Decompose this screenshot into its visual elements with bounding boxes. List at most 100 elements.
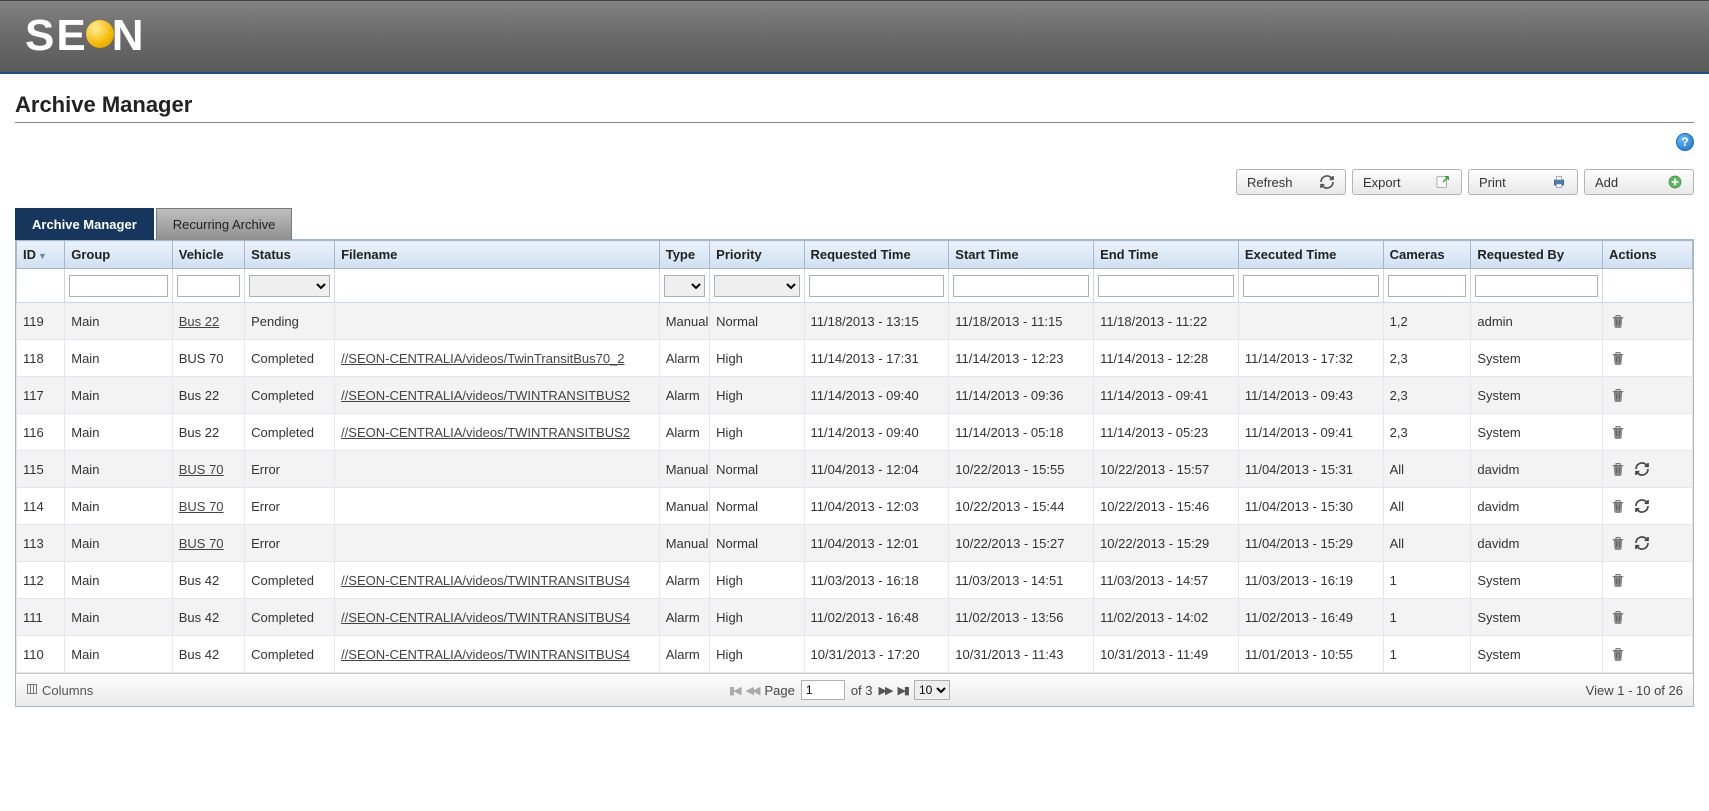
filter-cameras-input[interactable] <box>1388 275 1467 297</box>
delete-icon[interactable] <box>1609 571 1627 589</box>
cell-cameras: 2,3 <box>1383 414 1471 451</box>
last-page-icon[interactable]: ▶▮ <box>897 684 908 697</box>
table-row: 118MainBUS 70Completed//SEON-CENTRALIA/v… <box>17 340 1693 377</box>
cell-requested-by: admin <box>1471 303 1603 340</box>
col-filename[interactable]: Filename <box>335 241 660 269</box>
refresh-button[interactable]: Refresh <box>1236 169 1346 195</box>
cell-vehicle: BUS 70 <box>172 488 244 525</box>
filter-type-select[interactable] <box>664 275 705 297</box>
cell-vehicle: Bus 42 <box>172 562 244 599</box>
delete-icon[interactable] <box>1609 460 1627 478</box>
filter-by-input[interactable] <box>1475 275 1598 297</box>
filter-start-input[interactable] <box>953 275 1089 297</box>
delete-icon[interactable] <box>1609 312 1627 330</box>
cell-executed-time <box>1238 303 1383 340</box>
add-button[interactable]: Add <box>1584 169 1694 195</box>
cell-executed-time: 11/03/2013 - 16:19 <box>1238 562 1383 599</box>
retry-icon[interactable] <box>1633 460 1651 478</box>
filename-link[interactable]: //SEON-CENTRALIA/videos/TWINTRANSITBUS4 <box>341 647 630 662</box>
cell-group: Main <box>65 377 172 414</box>
cell-group: Main <box>65 525 172 562</box>
filter-executed-input[interactable] <box>1243 275 1379 297</box>
col-status[interactable]: Status <box>245 241 335 269</box>
cell-type: Alarm <box>659 414 709 451</box>
columns-chooser[interactable]: Columns <box>26 683 93 698</box>
vehicle-link[interactable]: BUS 70 <box>179 499 224 514</box>
first-page-icon[interactable]: ▮◀ <box>729 684 740 697</box>
cell-priority: High <box>710 414 804 451</box>
filename-link[interactable]: //SEON-CENTRALIA/videos/TWINTRANSITBUS4 <box>341 610 630 625</box>
filter-requested-input[interactable] <box>809 275 945 297</box>
view-range-label: View 1 - 10 of 26 <box>1586 683 1683 698</box>
cell-filename: //SEON-CENTRALIA/videos/TWINTRANSITBUS2 <box>335 377 660 414</box>
cell-cameras: 2,3 <box>1383 340 1471 377</box>
col-executed-time[interactable]: Executed Time <box>1238 241 1383 269</box>
filter-row <box>17 269 1693 303</box>
cell-type: Manual <box>659 525 709 562</box>
filename-link[interactable]: //SEON-CENTRALIA/videos/TWINTRANSITBUS2 <box>341 425 630 440</box>
delete-icon[interactable] <box>1609 423 1627 441</box>
filter-group-input[interactable] <box>69 275 167 297</box>
cell-actions <box>1602 303 1692 340</box>
next-page-icon[interactable]: ▶▶ <box>879 684 892 697</box>
filename-link[interactable]: //SEON-CENTRALIA/videos/TWINTRANSITBUS4 <box>341 573 630 588</box>
brand-logo: SEN <box>25 11 145 61</box>
col-id[interactable]: ID▼ <box>17 241 65 269</box>
cell-priority: High <box>710 340 804 377</box>
vehicle-link[interactable]: BUS 70 <box>179 536 224 551</box>
tab-archive-manager[interactable]: Archive Manager <box>15 208 154 240</box>
page-number-input[interactable] <box>801 680 845 700</box>
delete-icon[interactable] <box>1609 534 1627 552</box>
cell-type: Alarm <box>659 599 709 636</box>
col-vehicle[interactable]: Vehicle <box>172 241 244 269</box>
cell-status: Completed <box>245 636 335 673</box>
filter-status-select[interactable] <box>249 275 330 297</box>
cell-id: 114 <box>17 488 65 525</box>
cell-status: Completed <box>245 340 335 377</box>
col-actions[interactable]: Actions <box>1602 241 1692 269</box>
delete-icon[interactable] <box>1609 608 1627 626</box>
help-icon[interactable]: ? <box>1676 133 1694 151</box>
cell-requested-time: 11/04/2013 - 12:01 <box>804 525 949 562</box>
vehicle-link[interactable]: BUS 70 <box>179 462 224 477</box>
col-cameras[interactable]: Cameras <box>1383 241 1471 269</box>
cell-vehicle: Bus 22 <box>172 414 244 451</box>
print-label: Print <box>1479 175 1506 190</box>
delete-icon[interactable] <box>1609 645 1627 663</box>
col-type[interactable]: Type <box>659 241 709 269</box>
delete-icon[interactable] <box>1609 349 1627 367</box>
col-priority[interactable]: Priority <box>710 241 804 269</box>
filename-link[interactable]: //SEON-CENTRALIA/videos/TwinTransitBus70… <box>341 351 624 366</box>
cell-id: 112 <box>17 562 65 599</box>
filename-link[interactable]: //SEON-CENTRALIA/videos/TWINTRANSITBUS2 <box>341 388 630 403</box>
filter-end-input[interactable] <box>1098 275 1234 297</box>
print-button[interactable]: Print <box>1468 169 1578 195</box>
delete-icon[interactable] <box>1609 497 1627 515</box>
export-button[interactable]: Export <box>1352 169 1462 195</box>
cell-start-time: 10/22/2013 - 15:27 <box>949 525 1094 562</box>
filter-vehicle-input[interactable] <box>177 275 240 297</box>
header-bar: SEN <box>0 0 1709 74</box>
cell-priority: High <box>710 599 804 636</box>
page-total-label: of 3 <box>851 683 873 698</box>
filter-priority-select[interactable] <box>714 275 799 297</box>
cell-requested-time: 11/02/2013 - 16:48 <box>804 599 949 636</box>
logo-dot-icon <box>86 20 114 48</box>
cell-id: 115 <box>17 451 65 488</box>
page-size-select[interactable]: 10 <box>914 680 950 700</box>
vehicle-link[interactable]: Bus 22 <box>179 314 219 329</box>
col-start-time[interactable]: Start Time <box>949 241 1094 269</box>
delete-icon[interactable] <box>1609 386 1627 404</box>
col-requested-time[interactable]: Requested Time <box>804 241 949 269</box>
col-requested-by[interactable]: Requested By <box>1471 241 1603 269</box>
col-group[interactable]: Group <box>65 241 172 269</box>
tab-recurring-archive[interactable]: Recurring Archive <box>156 208 293 240</box>
retry-icon[interactable] <box>1633 497 1651 515</box>
cell-actions <box>1602 340 1692 377</box>
cell-cameras: All <box>1383 488 1471 525</box>
retry-icon[interactable] <box>1633 534 1651 552</box>
cell-executed-time: 11/04/2013 - 15:31 <box>1238 451 1383 488</box>
col-end-time[interactable]: End Time <box>1094 241 1239 269</box>
filter-filename-input[interactable] <box>339 275 655 297</box>
prev-page-icon[interactable]: ◀◀ <box>746 684 759 697</box>
